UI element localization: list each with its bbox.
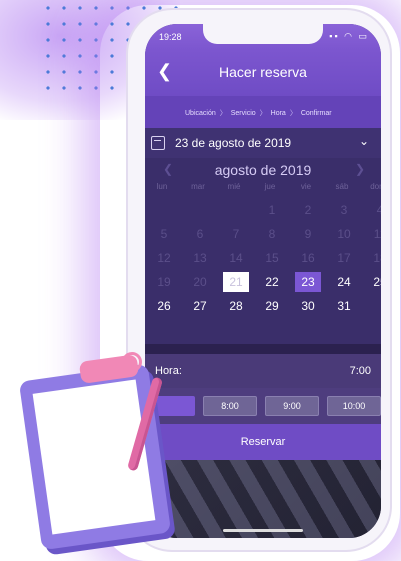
weekday-label: mié <box>227 182 241 191</box>
calendar-day[interactable]: 6 <box>187 224 213 244</box>
calendar-day[interactable]: 7 <box>223 224 249 244</box>
weekday-label: mar <box>191 182 205 191</box>
calendar-day[interactable]: 14 <box>223 248 249 268</box>
status-time: 19:28 <box>159 32 182 42</box>
date-selector-value: 23 de agosto de 2019 <box>175 136 292 150</box>
calendar-day[interactable]: 29 <box>259 296 285 316</box>
calendar-day[interactable]: 28 <box>223 296 249 316</box>
home-indicator <box>223 529 303 532</box>
page-title: Hacer reserva <box>219 64 307 80</box>
calendar-day[interactable]: 2 <box>295 200 321 220</box>
notch <box>203 24 323 44</box>
chevron-right-icon: 〉 <box>219 110 227 117</box>
calendar-day[interactable]: 13 <box>187 248 213 268</box>
calendar: ❮ agosto de 2019 ❯ lunmarmiéjueviesábdom… <box>145 158 381 348</box>
weekday-label: lun <box>156 182 168 191</box>
calendar-day[interactable]: 4 <box>367 200 381 220</box>
calendar-day[interactable]: 24 <box>331 272 357 292</box>
clipboard-ring <box>122 352 142 372</box>
weekday-label: vie <box>300 182 312 191</box>
chevron-right-icon: 〉 <box>259 110 267 117</box>
app-header: ❮ Hacer reserva <box>145 50 381 96</box>
calendar-day[interactable]: 23 <box>295 272 321 292</box>
weekday-label: dom <box>370 182 381 191</box>
calendar-day[interactable]: 3 <box>331 200 357 220</box>
calendar-day[interactable]: 19 <box>151 272 177 292</box>
step-confirmar[interactable]: Confirmar <box>301 110 332 117</box>
calendar-day[interactable]: 18 <box>367 248 381 268</box>
calendar-day[interactable]: 11 <box>367 224 381 244</box>
time-slot[interactable]: 9:00 <box>265 396 319 416</box>
chevron-down-icon[interactable]: ⌄ <box>359 134 369 148</box>
time-slot[interactable]: 8:00 <box>203 396 257 416</box>
calendar-month-title: agosto de 2019 <box>214 162 312 178</box>
time-value: 7:00 <box>349 365 371 377</box>
weekday-label: sáb <box>335 182 349 191</box>
calendar-day[interactable]: 27 <box>187 296 213 316</box>
calendar-day[interactable]: 9 <box>295 224 321 244</box>
calendar-day[interactable]: 25 <box>367 272 381 292</box>
calendar-day[interactable]: 8 <box>259 224 285 244</box>
breadcrumb: Ubicación 〉 Servicio 〉 Hora 〉 Confirmar <box>145 96 381 128</box>
calendar-day[interactable]: 20 <box>187 272 213 292</box>
step-servicio[interactable]: Servicio <box>231 110 256 117</box>
chevron-right-icon: 〉 <box>289 110 297 117</box>
step-ubicacion[interactable]: Ubicación <box>185 110 216 117</box>
calendar-day[interactable]: 30 <box>295 296 321 316</box>
clipboard-illustration <box>18 352 190 552</box>
calendar-day[interactable]: 26 <box>151 296 177 316</box>
calendar-day[interactable]: 10 <box>331 224 357 244</box>
next-month-icon[interactable]: ❯ <box>355 162 365 176</box>
calendar-day[interactable]: 5 <box>151 224 177 244</box>
calendar-day[interactable]: 31 <box>331 296 357 316</box>
calendar-day[interactable]: 17 <box>331 248 357 268</box>
calendar-day[interactable]: 21 <box>223 272 249 292</box>
time-slot[interactable]: 10:00 <box>327 396 381 416</box>
calendar-day[interactable]: 22 <box>259 272 285 292</box>
step-hora[interactable]: Hora <box>271 110 286 117</box>
calendar-day[interactable]: 16 <box>295 248 321 268</box>
weekday-label: jue <box>264 182 276 191</box>
date-selector[interactable]: 23 de agosto de 2019 ⌄ <box>145 128 381 158</box>
calendar-day[interactable]: 1 <box>259 200 285 220</box>
calendar-icon <box>151 136 165 150</box>
calendar-day[interactable]: 15 <box>259 248 285 268</box>
calendar-day[interactable]: 12 <box>151 248 177 268</box>
status-icons: ▪▪ ◠ ▭ <box>329 31 369 41</box>
